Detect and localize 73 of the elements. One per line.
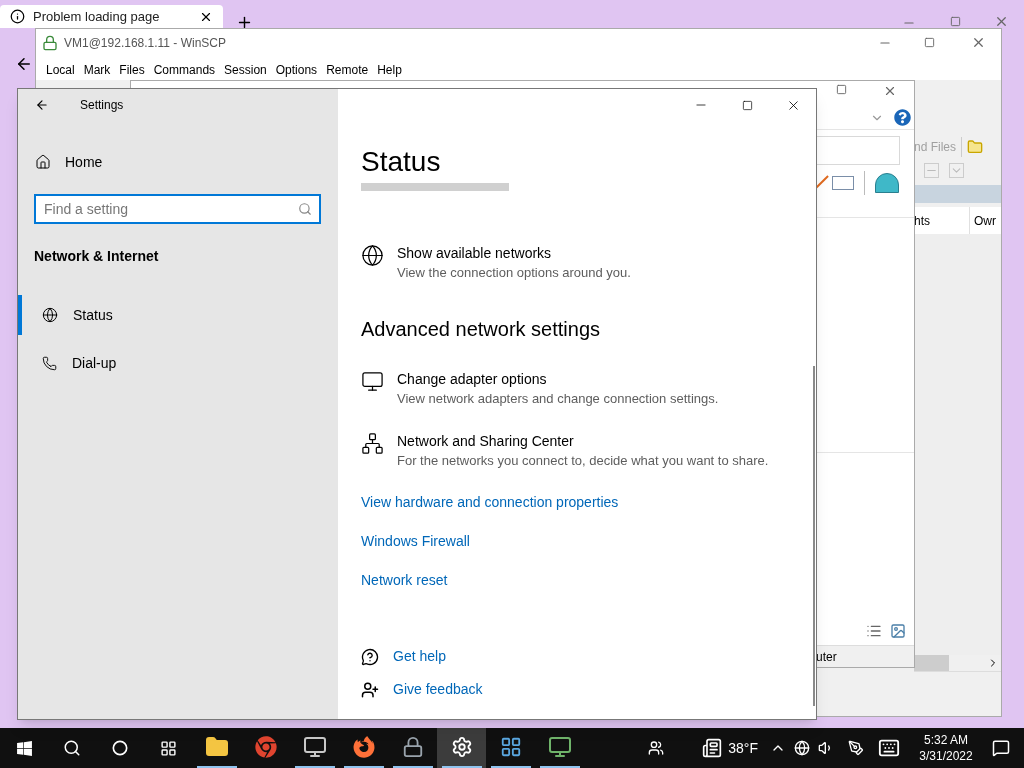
new-tab-icon[interactable] <box>236 14 253 31</box>
folder-icon <box>204 735 229 759</box>
scrollbar[interactable] <box>813 366 815 706</box>
back-icon[interactable] <box>15 55 33 73</box>
shell-icon <box>875 173 899 193</box>
browser-icon <box>352 736 375 758</box>
status-text: uter <box>816 648 837 666</box>
keyboard-icon[interactable] <box>878 737 900 759</box>
menu-item[interactable]: Mark <box>83 61 111 79</box>
tab-title: Problem loading page <box>33 7 161 26</box>
details-view-icon[interactable] <box>866 623 882 639</box>
menu-item[interactable]: Help <box>377 61 402 79</box>
back-icon[interactable] <box>35 98 49 112</box>
menu-item[interactable]: Commands <box>153 61 216 79</box>
nav-item[interactable]: Dial-up <box>18 343 338 383</box>
category-heading: Network & Internet <box>34 247 160 266</box>
help-icon <box>361 647 379 666</box>
window-title: Settings <box>80 97 124 114</box>
maximize-icon[interactable] <box>836 84 847 95</box>
search-field[interactable]: Find a setting <box>34 194 321 224</box>
menu-item[interactable]: Session <box>224 61 267 79</box>
circle-icon <box>112 740 128 756</box>
lock-icon <box>401 736 424 758</box>
globe-icon <box>361 244 384 267</box>
help-link[interactable]: Get help <box>361 646 483 667</box>
info-icon <box>10 9 25 24</box>
windows-logo-icon <box>15 739 33 757</box>
link[interactable]: Windows Firewall <box>361 532 619 551</box>
column-header[interactable]: Owr <box>970 211 996 230</box>
home-icon <box>35 154 51 170</box>
monitor-icon <box>302 735 327 759</box>
network-icon <box>361 432 384 455</box>
browser-tab[interactable]: Problem loading page <box>0 5 223 28</box>
notification-icon <box>992 739 1010 757</box>
link[interactable]: View hardware and connection properties <box>361 493 619 512</box>
search-icon <box>63 739 81 757</box>
menu-item[interactable]: Options <box>275 61 318 79</box>
app-icon <box>42 34 58 51</box>
clock[interactable]: 5:32 AM 3/31/2022 <box>914 728 978 768</box>
setting-link[interactable]: Change adapter options View network adapters and change connection settings. <box>361 370 719 408</box>
setting-link[interactable]: Network and Sharing Center For the networks you connect to, decide what you want to share. <box>361 432 769 470</box>
setting-link[interactable]: Show available networks View the connection options around you. <box>361 244 631 282</box>
section-heading: Advanced network settings <box>361 317 601 342</box>
pen-icon[interactable] <box>848 740 864 756</box>
help-link[interactable]: Give feedback <box>361 679 483 700</box>
task-view-icon <box>159 739 177 757</box>
monitor-icon <box>547 735 572 759</box>
news-icon <box>702 738 723 758</box>
card-icon <box>832 176 854 190</box>
page-title: Status <box>361 145 441 179</box>
maximize-icon[interactable] <box>924 37 935 48</box>
menu-item[interactable]: Local <box>46 61 75 79</box>
preview-view-icon[interactable] <box>890 623 906 639</box>
browser-icon <box>254 736 277 758</box>
maximize-icon <box>741 99 753 111</box>
weather-widget[interactable]: 38°F <box>698 728 762 768</box>
home-link[interactable]: Home <box>18 142 338 182</box>
panel-icon <box>499 736 522 758</box>
globe-icon <box>42 307 58 323</box>
window-title: VM1@192.168.1.11 - WinSCP <box>64 34 227 52</box>
menu-item[interactable]: Remote <box>326 61 369 79</box>
help-icon[interactable] <box>894 109 911 126</box>
settings-icon <box>450 736 473 758</box>
maximize-icon[interactable] <box>950 16 961 27</box>
people-icon <box>648 740 665 756</box>
link[interactable]: Network reset <box>361 571 619 590</box>
menu-item[interactable]: Files <box>119 61 145 79</box>
monitor-icon <box>361 370 384 393</box>
phone-icon <box>42 355 57 371</box>
taskbar-app[interactable] <box>437 728 486 768</box>
network-icon[interactable] <box>794 740 810 756</box>
feedback-icon <box>361 680 379 699</box>
search-icon <box>298 202 312 216</box>
